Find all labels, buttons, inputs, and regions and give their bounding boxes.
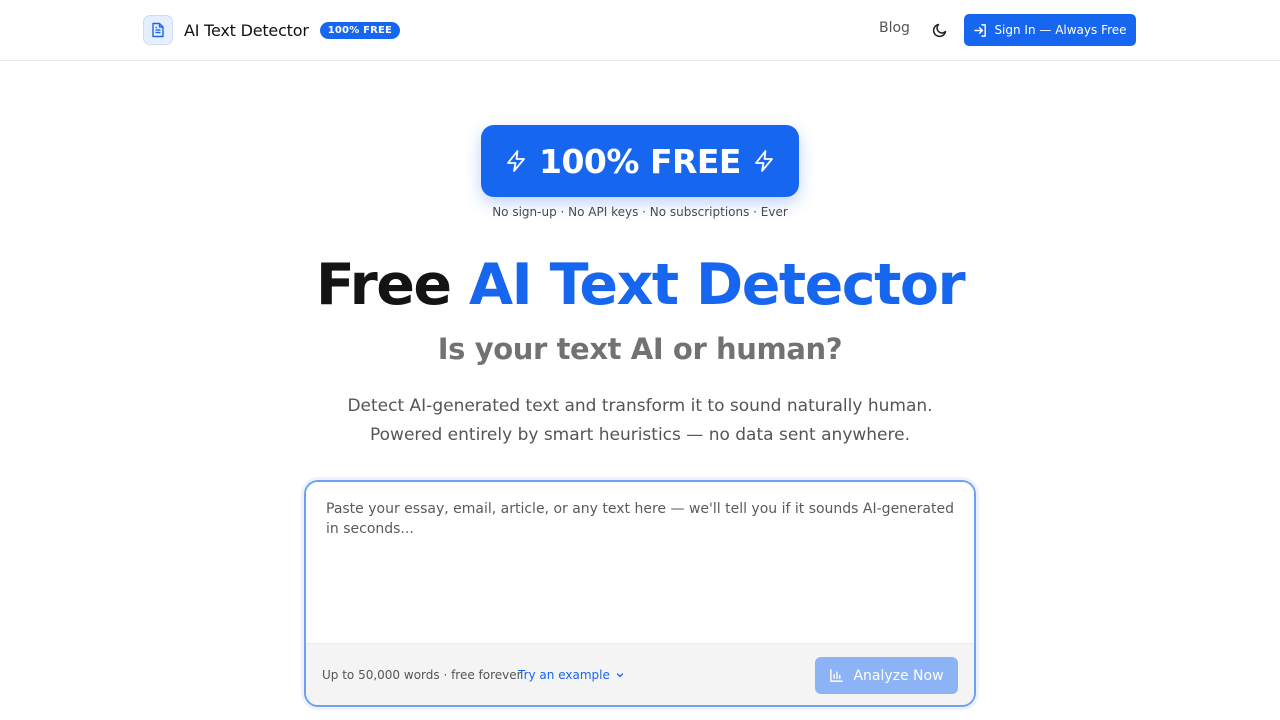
page-subtitle: Is your text AI or human? [437, 332, 843, 366]
hero-description-line: Powered entirely by smart heuristics — n… [370, 425, 910, 445]
hero-description: Detect AI-generated text and transform i… [0, 392, 1280, 450]
try-example-label: Try an example [518, 668, 610, 682]
page-title-plain: Free [315, 252, 469, 318]
bar-chart-icon [830, 669, 844, 682]
chevron-down-icon [616, 673, 623, 678]
text-input-card: Up to 50,000 words · free forever Try an… [304, 480, 976, 707]
sign-in-icon [974, 23, 987, 37]
text-input-area[interactable] [306, 482, 974, 643]
document-icon [143, 15, 173, 45]
word-limit-note: Up to 50,000 words · free forever [322, 668, 522, 682]
lightning-icon [755, 150, 773, 172]
lightning-icon [507, 150, 525, 172]
brand[interactable]: AI Text Detector 100% FREE [143, 15, 401, 45]
brand-name: AI Text Detector [184, 20, 309, 40]
free-badge: 100% FREE [319, 21, 401, 39]
card-footer: Up to 50,000 words · free forever Try an… [306, 643, 974, 705]
theme-toggle-button[interactable] [930, 20, 950, 40]
free-banner: 100% FREE [481, 125, 799, 197]
analyze-label: Analyze Now [853, 667, 944, 684]
sign-in-label: Sign In — Always Free [994, 23, 1127, 37]
moon-icon [932, 23, 947, 38]
site-header: AI Text Detector 100% FREE Blog Sign In … [0, 0, 1280, 61]
no-signup-note: No sign-up · No API keys · No subscripti… [492, 205, 788, 219]
page-title-accent: AI Text Detector [468, 252, 966, 318]
page-title: Free AI Text Detector [0, 251, 1280, 319]
free-banner-text: 100% FREE [539, 141, 741, 181]
try-example-dropdown[interactable]: Try an example [518, 668, 625, 682]
analyze-button[interactable]: Analyze Now [815, 657, 958, 694]
sign-in-button[interactable]: Sign In — Always Free [964, 14, 1136, 46]
hero-description-line: Detect AI-generated text and transform i… [347, 396, 933, 416]
nav-blog-link[interactable]: Blog [879, 20, 910, 36]
